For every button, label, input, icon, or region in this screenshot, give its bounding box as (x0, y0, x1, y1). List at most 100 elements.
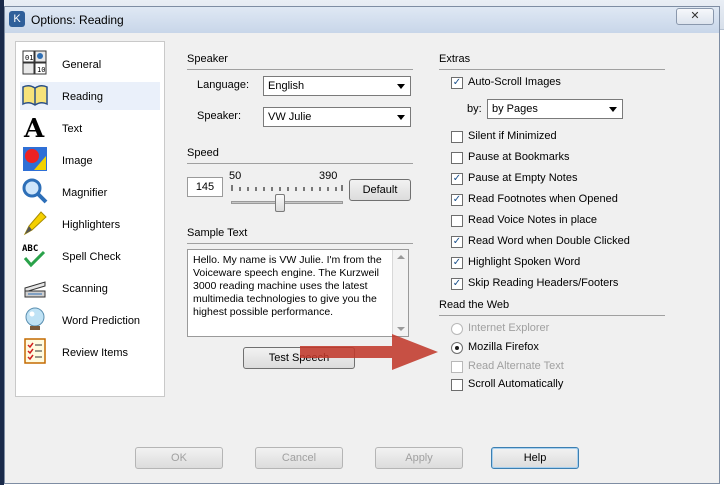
radio-label: Mozilla Firefox (468, 341, 539, 353)
extras-group-title: Extras (439, 53, 471, 65)
checkbox-icon[interactable] (451, 215, 463, 227)
sidebar-item-word-prediction[interactable]: Word Prediction (20, 306, 160, 334)
ok-button[interactable]: OK (135, 447, 223, 469)
book-icon (22, 84, 48, 106)
speaker-group-title: Speaker (187, 53, 228, 65)
default-speed-button[interactable]: Default (349, 179, 411, 201)
sidebar-item-label: General (62, 59, 102, 71)
checkbox-label: Pause at Bookmarks (468, 151, 570, 163)
scroll-by-value: by Pages (492, 103, 538, 115)
svg-text:01: 01 (25, 54, 33, 62)
category-sidebar: 01 10 General Reading A Text Image Magni… (15, 41, 165, 397)
sidebar-item-label: Spell Check (62, 251, 121, 263)
speed-max-label: 390 (319, 170, 338, 182)
svg-text:ABC: ABC (22, 244, 38, 254)
cancel-button[interactable]: Cancel (255, 447, 343, 469)
speed-slider-ticks (231, 185, 343, 191)
radio-label: Internet Explorer (468, 322, 550, 334)
radio-selected-icon[interactable] (451, 342, 463, 354)
speed-group-title: Speed (187, 147, 219, 159)
checkbox-label: Read Alternate Text (468, 360, 564, 372)
sidebar-item-label: Word Prediction (62, 315, 141, 327)
sidebar-item-text[interactable]: A Text (20, 114, 160, 142)
speaker-group-divider (187, 69, 413, 70)
checkbox-label: Skip Reading Headers/Footers (468, 277, 619, 289)
speed-slider-track[interactable] (231, 201, 343, 204)
spell-check-icon: ABC (22, 244, 46, 268)
close-button[interactable]: ✕ (676, 8, 714, 25)
scroll-up-icon[interactable] (397, 255, 405, 259)
window-title: Options: Reading (31, 13, 124, 27)
scanner-icon (24, 281, 46, 298)
checkbox-checked-icon[interactable]: ✓ (451, 236, 463, 248)
sample-scrollbar[interactable] (392, 250, 408, 336)
speed-slider-thumb[interactable] (275, 194, 285, 212)
read-web-group-title: Read the Web (439, 299, 510, 311)
highlighter-icon (23, 211, 47, 236)
checkbox-label: Read Footnotes when Opened (468, 193, 618, 205)
speed-group-divider (187, 163, 413, 164)
sidebar-item-label: Image (62, 155, 93, 167)
magnifier-icon (22, 178, 48, 204)
sidebar-item-label: Scanning (62, 283, 108, 295)
svg-text:10: 10 (37, 66, 45, 74)
sample-group-divider (187, 243, 413, 244)
sidebar-item-reading[interactable]: Reading (20, 82, 160, 110)
sidebar-item-label: Reading (62, 91, 103, 103)
checklist-icon (24, 338, 46, 364)
sidebar-item-magnifier[interactable]: Magnifier (20, 178, 160, 206)
checkbox-label: Silent if Minimized (468, 130, 557, 142)
chevron-down-icon (609, 107, 617, 112)
annotation-arrow-icon (300, 334, 438, 370)
sidebar-item-scanning[interactable]: Scanning (20, 274, 160, 302)
checkbox-label: Read Word when Double Clicked (468, 235, 630, 247)
crystal-ball-icon (25, 307, 45, 330)
speed-min-label: 50 (229, 170, 242, 182)
sidebar-item-label: Magnifier (62, 187, 108, 199)
checkbox-icon[interactable] (451, 152, 463, 164)
text-icon: A (23, 114, 45, 140)
language-label: Language: (197, 79, 249, 91)
image-icon (23, 147, 47, 171)
sidebar-item-label: Highlighters (62, 219, 121, 231)
checkbox-label: Scroll Automatically (468, 378, 564, 390)
svg-text:A: A (23, 114, 45, 140)
checkbox-checked-icon[interactable]: ✓ (451, 173, 463, 185)
extras-group-divider (439, 69, 665, 70)
sidebar-item-label: Text (62, 123, 83, 135)
sidebar-item-image[interactable]: Image (20, 146, 160, 174)
checkbox-icon[interactable] (451, 131, 463, 143)
checkbox-checked-icon[interactable]: ✓ (451, 194, 463, 206)
sample-text-area[interactable]: Hello. My name is VW Julie. I'm from the… (187, 249, 409, 337)
checkbox-label: Read Voice Notes in place (468, 214, 598, 226)
sidebar-item-review-items[interactable]: Review Items (20, 338, 160, 366)
checkbox-checked-icon[interactable]: ✓ (451, 77, 463, 89)
scroll-by-select[interactable]: by Pages (487, 99, 623, 119)
sample-group-title: Sample Text (187, 227, 248, 239)
checkbox-icon[interactable] (451, 361, 463, 373)
title-bar[interactable]: K Options: Reading ✕ (5, 7, 719, 33)
checkbox-checked-icon[interactable]: ✓ (451, 257, 463, 269)
speaker-select[interactable]: VW Julie (263, 107, 411, 127)
speaker-select-value: VW Julie (268, 111, 312, 123)
chevron-down-icon (397, 115, 405, 120)
checkbox-icon[interactable] (451, 379, 463, 391)
checkbox-label: Auto-Scroll Images (468, 76, 561, 88)
scroll-by-label: by: (467, 103, 482, 115)
app-icon: K (9, 11, 25, 27)
checkbox-label: Pause at Empty Notes (468, 172, 578, 184)
read-web-group-divider (439, 315, 665, 316)
chevron-down-icon (397, 84, 405, 89)
sidebar-item-highlighters[interactable]: Highlighters (20, 210, 160, 238)
sidebar-item-spell-check[interactable]: ABC Spell Check (20, 242, 160, 270)
speed-value-field[interactable]: 145 (187, 177, 223, 197)
sidebar-item-general[interactable]: 01 10 General (20, 50, 160, 78)
radio-icon[interactable] (451, 323, 463, 335)
apply-button[interactable]: Apply (375, 447, 463, 469)
speaker-label: Speaker: (197, 110, 242, 122)
checkbox-label: Highlight Spoken Word (468, 256, 581, 268)
checkbox-checked-icon[interactable]: ✓ (451, 278, 463, 290)
language-select[interactable]: English (263, 76, 411, 96)
sample-text: Hello. My name is VW Julie. I'm from the… (193, 254, 382, 318)
help-button[interactable]: Help (491, 447, 579, 469)
